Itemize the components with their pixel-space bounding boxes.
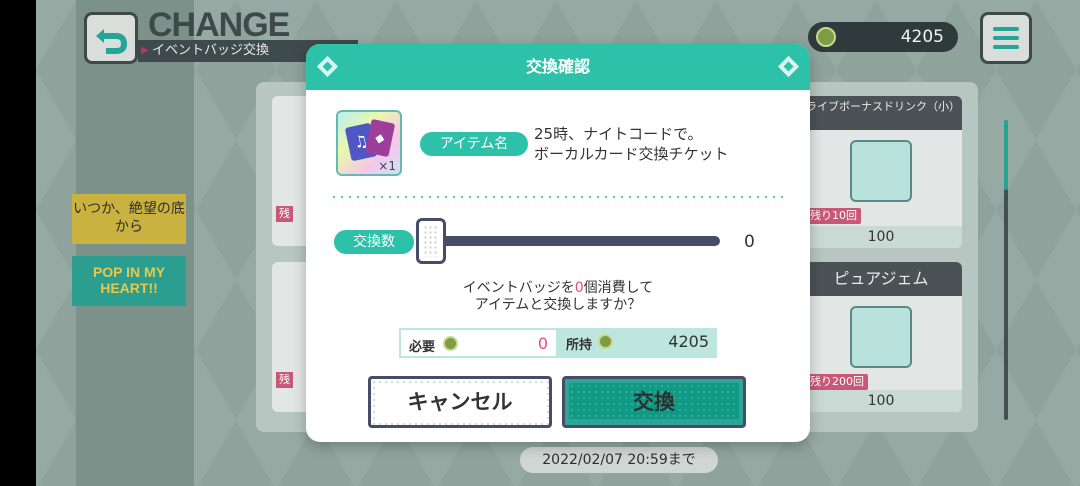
drink-icon [850,140,912,202]
diamond-icon [316,55,339,78]
exchange-button[interactable]: 交換 [562,376,746,428]
dialog-header: 交換確認 [306,44,810,90]
quantity-slider-handle[interactable] [416,218,446,264]
badge-coin-icon [816,27,836,47]
scrollbar-thumb[interactable] [1004,120,1008,190]
stock-badge: 残り10回 [806,208,861,224]
quantity-value: 0 [744,232,755,252]
confirm-suffix: 個消費して [583,280,654,296]
item-name-line1: 25時、ナイトコードで。 [534,125,703,143]
confirm-message: イベントバッジを0個消費して アイテムと交換しますか？ [306,280,810,314]
item-name-label: アイテム名 [420,132,528,156]
shop-card-drink[interactable]: ライブボーナスドリンク（小） 残り10回 100 [800,96,962,248]
event-banner-1[interactable]: いつか、絶望の底から [72,194,186,244]
quantity-label: 交換数 [334,230,414,254]
stock-badge: 残り200回 [806,374,868,390]
stock-badge: 残 [276,206,293,222]
owned-label: 所持 [566,338,593,353]
back-arrow-icon [96,29,128,54]
card-price: 100 [800,390,962,412]
menu-button[interactable] [980,12,1032,64]
diamond-icon [777,55,800,78]
item-thumbnail: ♫ ◆ ×1 [336,110,402,176]
card-price: 100 [800,226,962,248]
dotted-divider [330,196,786,198]
back-button[interactable] [84,12,138,64]
card-title: ライブボーナスドリンク（小） [800,96,962,130]
stock-badge: 残 [276,372,293,388]
gem-icon [850,306,912,368]
required-value: 0 [537,334,548,353]
cancel-button-label: キャンセル [407,390,513,414]
item-name: 25時、ナイトコードで。 ボーカルカード交換チケット [534,124,794,164]
card-title: ピュアジェム [800,262,962,296]
required-label: 必要 [409,340,436,355]
item-name-line2: ボーカルカード交換チケット [534,145,729,163]
owned-badges: 所持 4205 [558,328,717,358]
event-banner-2[interactable]: POP IN MY HEART!! [72,256,186,306]
required-badges: 必要 0 [399,328,558,358]
cancel-button[interactable]: キャンセル [368,376,552,428]
exchange-button-label: 交換 [633,390,675,414]
item-quantity: ×1 [378,159,396,173]
badge-coin-icon [443,336,458,351]
confirm-count: 0 [574,280,584,296]
badge-balance-value: 4205 [900,27,944,47]
confirm-line2: アイテムと交換しますか？ [474,297,642,313]
owned-value: 4205 [668,332,709,351]
shop-card-gem[interactable]: ピュアジェム 残り200回 100 [800,262,962,412]
quantity-slider-track[interactable] [418,236,720,246]
exchange-confirm-dialog: 交換確認 ♫ ◆ ×1 アイテム名 25時、ナイトコードで。 ボーカルカード交換… [306,44,810,442]
badge-coin-icon [598,334,613,349]
deadline-label: 2022/02/07 20:59まで [520,447,718,473]
dialog-title: 交換確認 [525,57,590,76]
badge-balance: 4205 [808,22,958,52]
confirm-prefix: イベントバッジを [462,280,575,296]
menu-icon [993,27,1019,31]
